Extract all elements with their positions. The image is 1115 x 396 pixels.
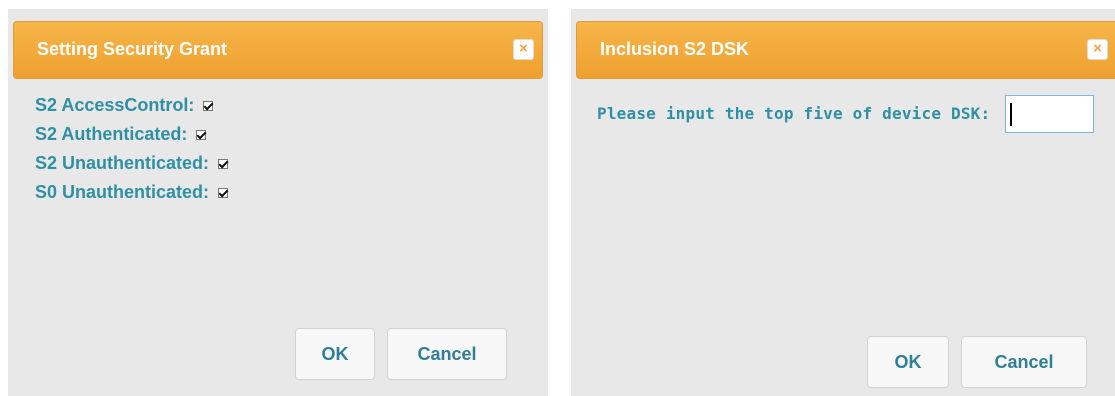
ok-button[interactable]: OK bbox=[867, 336, 949, 388]
grant-row-s2-unauthenticated: S2 Unauthenticated: bbox=[35, 149, 229, 178]
dialog-title: Setting Security Grant bbox=[37, 39, 228, 59]
grant-label: S0 Unauthenticated: bbox=[35, 182, 210, 202]
grant-row-s2-authenticated: S2 Authenticated: bbox=[35, 120, 228, 149]
dialog-title: Inclusion S2 DSK bbox=[600, 39, 750, 59]
grant-row-s2-access-control: S2 AccessControl: bbox=[35, 91, 228, 120]
dialog-titlebar: Setting Security Grant × bbox=[13, 21, 543, 79]
text-caret bbox=[1010, 103, 1012, 126]
dsk-input[interactable] bbox=[1005, 95, 1094, 133]
close-icon[interactable]: × bbox=[513, 39, 534, 60]
close-icon[interactable]: × bbox=[1087, 39, 1108, 60]
s2-authenticated-checkbox[interactable] bbox=[196, 129, 207, 140]
grant-list: S2 AccessControl: S2 Authenticated: S2 U… bbox=[35, 91, 229, 207]
s0-unauthenticated-checkbox[interactable] bbox=[218, 187, 229, 198]
security-grant-dialog: Setting Security Grant × S2 AccessContro… bbox=[8, 9, 548, 396]
ok-button[interactable]: OK bbox=[295, 328, 375, 380]
inclusion-dsk-dialog: Inclusion S2 DSK × Please input the top … bbox=[571, 9, 1115, 396]
s2-unauthenticated-checkbox[interactable] bbox=[218, 158, 229, 169]
grant-label: S2 AccessControl: bbox=[35, 95, 195, 115]
cancel-button[interactable]: Cancel bbox=[961, 336, 1087, 388]
grant-label: S2 Authenticated: bbox=[35, 124, 188, 144]
cancel-button[interactable]: Cancel bbox=[387, 328, 507, 380]
dsk-prompt-label: Please input the top five of device DSK: bbox=[597, 104, 991, 123]
grant-row-s0-unauthenticated: S0 Unauthenticated: bbox=[35, 178, 229, 207]
dialog-titlebar: Inclusion S2 DSK × bbox=[576, 21, 1115, 79]
s2-access-control-checkbox[interactable] bbox=[203, 100, 214, 111]
grant-label: S2 Unauthenticated: bbox=[35, 153, 210, 173]
